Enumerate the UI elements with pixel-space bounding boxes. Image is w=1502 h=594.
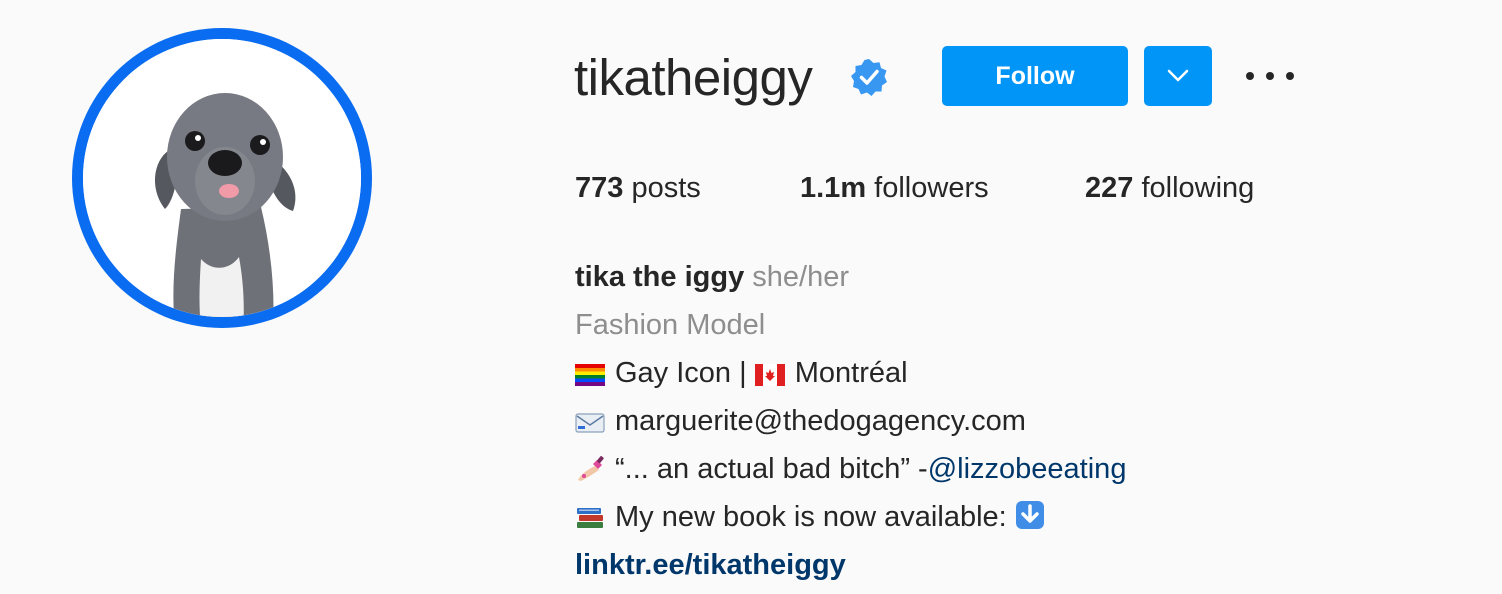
bio-book-text: My new book is now available: bbox=[615, 501, 1015, 533]
website-link[interactable]: linktr.ee/tikatheiggy bbox=[575, 547, 846, 583]
bio-location: Montréal bbox=[794, 357, 908, 389]
more-options-button[interactable] bbox=[1246, 60, 1294, 92]
more-options-icon bbox=[1246, 72, 1254, 80]
followers-link[interactable]: 1.1m followers bbox=[800, 168, 989, 208]
posts-count: 773 posts bbox=[575, 168, 701, 208]
more-options-dot bbox=[1266, 72, 1274, 80]
verified-badge-icon bbox=[851, 59, 887, 96]
posts-label: posts bbox=[631, 172, 701, 204]
following-number: 227 bbox=[1085, 172, 1134, 204]
bio-name-line: tika the iggy she/her bbox=[575, 259, 849, 295]
rainbow-flag-icon bbox=[575, 364, 605, 386]
down-arrow-icon bbox=[1015, 501, 1044, 529]
chevron-down-icon bbox=[1167, 69, 1189, 82]
books-icon bbox=[577, 508, 603, 528]
bio-quote: “... an actual bad bitch” - bbox=[615, 453, 928, 485]
bio-line-quote: “... an actual bad bitch” -@lizzobeeatin… bbox=[575, 451, 1126, 487]
envelope-icon bbox=[575, 413, 605, 433]
suggested-accounts-dropdown-button[interactable] bbox=[1144, 46, 1212, 106]
bio-line-book: My new book is now available: bbox=[575, 499, 1055, 535]
dog-photo bbox=[83, 39, 361, 317]
category-label: Fashion Model bbox=[575, 309, 766, 341]
following-label: following bbox=[1141, 172, 1255, 204]
posts-number: 773 bbox=[575, 172, 624, 204]
mention-link[interactable]: @lizzobeeating bbox=[928, 453, 1127, 485]
followers-label: followers bbox=[874, 172, 989, 204]
follow-button[interactable]: Follow bbox=[942, 46, 1128, 106]
username: tikatheiggy bbox=[574, 49, 813, 106]
full-name: tika the iggy bbox=[575, 261, 745, 293]
pronouns: she/her bbox=[752, 261, 849, 293]
canada-flag-icon bbox=[754, 364, 785, 386]
bio-line-location: Gay Icon | Montréal bbox=[575, 355, 908, 391]
following-link[interactable]: 227 following bbox=[1085, 168, 1254, 208]
bio-email: marguerite@thedogagency.com bbox=[615, 405, 1026, 437]
bio-line3-text: Gay Icon | bbox=[615, 357, 755, 389]
bio-line-email: marguerite@thedogagency.com bbox=[575, 403, 1026, 439]
followers-number: 1.1m bbox=[800, 172, 867, 204]
story-ring[interactable] bbox=[72, 28, 372, 328]
avatar[interactable] bbox=[83, 39, 361, 317]
more-options-dot bbox=[1286, 72, 1294, 80]
nail-polish-icon bbox=[578, 456, 604, 481]
